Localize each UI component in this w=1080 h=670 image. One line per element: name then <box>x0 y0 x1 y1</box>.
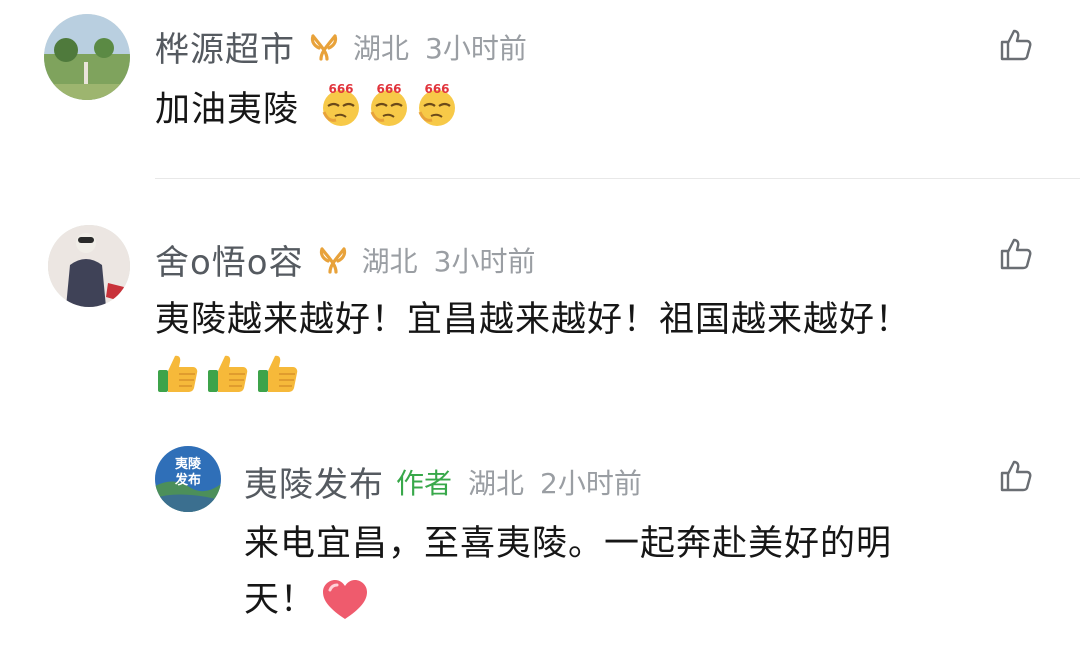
666-emoji-icon: 666 <box>370 82 407 126</box>
666-emoji-icon: 666 <box>418 82 455 126</box>
author-badge: 作者 <box>396 466 453 500</box>
thumbs-up-emoji-icon <box>208 355 248 392</box>
timestamp: 2小时前 <box>540 466 642 500</box>
comment-header: 舍o悟o容 湖北 3小时前 <box>155 235 535 284</box>
emoji-row <box>155 350 301 396</box>
location: 湖北 <box>361 244 418 278</box>
666-emoji-icon: 666 <box>322 82 359 126</box>
avatar[interactable]: 夷陵 发布 <box>155 446 221 512</box>
comment-header: 桦源超市 湖北 3小时前 <box>155 22 527 71</box>
reply-text-line-2: 天！ <box>244 572 892 628</box>
timestamp: 3小时前 <box>425 31 527 65</box>
timestamp: 3小时前 <box>433 244 536 278</box>
location: 湖北 <box>468 466 525 500</box>
comment-text: 加油夷陵 <box>155 90 300 130</box>
avatar[interactable] <box>44 14 130 100</box>
avatar-image <box>44 14 130 100</box>
avatar[interactable] <box>48 225 130 307</box>
comment-text: 夷陵越来越好！宜昌越来越好！祖国越来越好！ <box>155 300 912 340</box>
ribbon-icon <box>310 33 338 61</box>
divider <box>155 178 1080 179</box>
thumbs-up-icon[interactable] <box>998 27 1034 63</box>
svg-text:666: 666 <box>328 82 353 96</box>
avatar-image: 夷陵 发布 <box>155 446 221 512</box>
svg-text:666: 666 <box>376 82 401 96</box>
reply-text: 来电宜昌，至喜夷陵。一起奔赴美好的明 天！ <box>244 516 892 628</box>
thumbs-up-icon[interactable] <box>998 458 1034 494</box>
username[interactable]: 桦源超市 <box>155 22 295 71</box>
username[interactable]: 夷陵发布 <box>244 457 384 506</box>
reply-header: 夷陵发布 作者 湖北 2小时前 <box>244 457 642 506</box>
svg-text:夷陵: 夷陵 <box>175 456 202 472</box>
heart-emoji-icon <box>323 580 368 619</box>
avatar-image <box>48 225 130 307</box>
ribbon-icon <box>319 246 346 274</box>
reply-text-line-1: 来电宜昌，至喜夷陵。一起奔赴美好的明 <box>244 524 893 564</box>
svg-text:666: 666 <box>424 82 449 96</box>
emoji-row: 666 666 666 <box>318 82 460 128</box>
svg-text:发布: 发布 <box>174 472 201 488</box>
thumbs-up-emoji-icon <box>158 355 198 392</box>
thumbs-up-emoji-icon <box>258 355 298 392</box>
location: 湖北 <box>353 31 410 65</box>
username[interactable]: 舍o悟o容 <box>155 235 304 284</box>
thumbs-up-icon[interactable] <box>998 236 1034 272</box>
